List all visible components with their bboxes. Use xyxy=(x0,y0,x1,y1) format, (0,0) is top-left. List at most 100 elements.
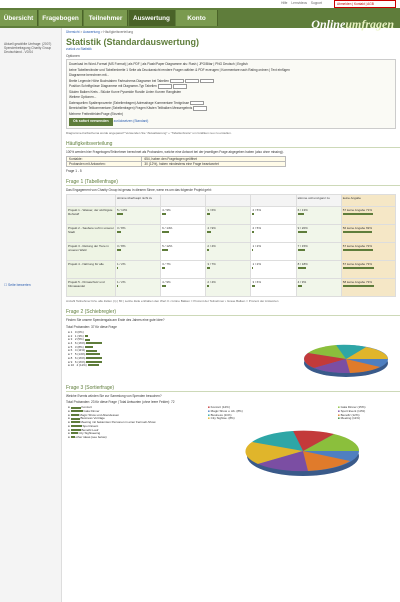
matrix-header-cell xyxy=(160,194,207,208)
matrix-header-cell xyxy=(250,194,297,208)
rate-page-link[interactable]: ☐ Seite bewerten xyxy=(4,283,31,287)
row-label: Projekt 4 - Nahrung für alle xyxy=(65,260,117,280)
back-link[interactable]: zurück zu Statistik xyxy=(66,47,400,51)
matrix-header-cell xyxy=(65,194,117,208)
matrix-header-cell: keine Angabe xyxy=(340,194,397,208)
q1-text: Das Engagement von Charity Group ist gen… xyxy=(66,188,212,193)
intro-text: 100% werden hier Fragebogen/Teilnehmer b… xyxy=(66,149,284,154)
matrix-cell: 4 / 9% xyxy=(160,206,207,226)
main-content: Übersicht > Auswertung > Häufigkeitsvert… xyxy=(64,28,400,602)
table-row: Probanden mit Antworten: 30 (12%), haben … xyxy=(65,161,286,168)
matrix-cell: 3 / 6% xyxy=(250,278,297,298)
matrix-cell: 8 / 18% xyxy=(295,260,342,280)
frequency-heading: Häufigkeitsverteilung xyxy=(66,141,400,148)
help-link[interactable]: Hilfe xyxy=(281,1,287,5)
table-row: Projekt 4 - Nahrung für alle 1 / 2% 3 / … xyxy=(65,260,397,280)
matrix-cell: 4 / 9% xyxy=(295,278,342,298)
table-row: Projekt 1 - Wasser, der wichtigste Rohst… xyxy=(65,206,397,226)
table-row: Projekt 5 - Klimaschutz und Klimawandel … xyxy=(65,278,397,298)
matrix-cell: 1 / 2% xyxy=(250,242,297,262)
no-answer-cell: 57 keine Angabe 73% xyxy=(340,260,397,280)
matrix-cell: 1 / 2% xyxy=(115,260,162,280)
no-answer-cell: 57 keine Angabe 71% xyxy=(340,206,397,226)
top-bar: Hilfe Lernvideos Support Abmelden | Kont… xyxy=(0,0,400,8)
q3-legend-left: ■ Konzert (12%) ■ Magic Show u. Ab. (8%)… xyxy=(208,405,268,421)
table-row: Projekt 3 - Rettung der Tiere in unseren… xyxy=(65,242,397,262)
q2-text: Finden Sie unsere Spendengala am Ende de… xyxy=(66,318,165,323)
page-title: Statistik (Standardauswertung) xyxy=(66,37,200,47)
row-label: Projekt 1 - Wasser, der wichtigste Rohst… xyxy=(65,206,117,226)
list-item: ● other ideas (see below) xyxy=(68,434,107,439)
matrix-cell: 3 / 6% xyxy=(205,206,252,226)
matrix-cell: 6 / 13% xyxy=(295,206,342,226)
row-label: Projekt 5 - Klimaschutz und Klimawandel xyxy=(65,278,117,298)
freetext-options[interactable]: Mehrere Freitextfelder/Frage (Einzeln) xyxy=(69,112,393,118)
q1-matrix: stimme überhaupt nicht zu stimme voll un… xyxy=(65,194,397,298)
reset-link[interactable]: zurücksetzen (Standard) xyxy=(114,119,149,123)
matrix-cell: 2 / 4% xyxy=(205,242,252,262)
matrix-cell: 5 / 13% xyxy=(115,206,162,226)
tab-overview[interactable]: Übersicht xyxy=(0,10,38,26)
tab-questionnaire[interactable]: Fragebogen xyxy=(39,10,83,26)
matrix-cell: 4 / 9% xyxy=(160,278,207,298)
matrix-cell: 9 / 20% xyxy=(295,224,342,244)
crumb-evaluation[interactable]: Auswertung xyxy=(83,30,100,34)
support-link[interactable]: Support xyxy=(311,1,322,5)
matrix-cell: 6 / 14% xyxy=(160,224,207,244)
crumb-overview[interactable]: Übersicht xyxy=(66,30,79,34)
matrix-cell: 2 / 5% xyxy=(250,206,297,226)
q2-pie-chart xyxy=(304,344,388,377)
tab-evaluation[interactable]: Auswertung xyxy=(129,10,175,26)
q3-results: ● Konzert ● Gala Dinner ● Magic Show und… xyxy=(68,405,400,486)
matrix-cell: 1 / 2% xyxy=(115,278,162,298)
legend-item: ■ City Sightse. (8%) xyxy=(208,416,235,421)
matrix-cell: 7 / 15% xyxy=(295,242,342,262)
matrix-header-cell: stimme voll und ganz zu xyxy=(295,194,342,208)
q3-ranking-list: ● Konzert ● Gala Dinner ● Magic Show und… xyxy=(68,405,178,439)
q3-legend-right: ■ Gala Dinner (15%) ■ Sport Event (13%) … xyxy=(338,405,398,421)
sidebar: Aktuell gewählte Umfrage: (2007) Spender… xyxy=(0,28,62,602)
summary-table: Kontakte: 654, haben den Fragebogen geöff… xyxy=(65,156,286,168)
q1-heading: Frage 1 (Tabellenfrage) xyxy=(66,179,400,187)
no-answer-cell: 58 keine Angabe 73% xyxy=(340,278,397,298)
legend-item: ■ Meeting (11%) xyxy=(338,416,360,421)
matrix-cell: 2 / 5% xyxy=(250,224,297,244)
videos-link[interactable]: Lernvideos xyxy=(291,1,307,5)
options-label: Optionen xyxy=(66,54,80,58)
tab-participants[interactable]: Teilnehmer xyxy=(84,10,128,26)
q2-total: Total Probanden: 37 für diese Frage xyxy=(66,324,117,329)
matrix-cell: 3 / 8% xyxy=(115,242,162,262)
matrix-cell: 2 / 4% xyxy=(205,278,252,298)
q1-footer: Anzahl Teilnehmer bzw. alle Zellen (n) |… xyxy=(66,299,279,304)
tab-account[interactable]: Konto xyxy=(176,10,218,26)
top-links: Hilfe Lernvideos Support xyxy=(278,1,322,5)
matrix-cell: 3 / 7% xyxy=(160,260,207,280)
q3-text: Welche Events würden Sie zur Sammlung vo… xyxy=(66,393,162,398)
matrix-cell: 5 / 12% xyxy=(160,242,207,262)
matrix-cell: 4 / 9% xyxy=(205,224,252,244)
matrix-header-cell xyxy=(205,194,252,208)
crumb-current: Häufigkeitsverteilung xyxy=(103,30,134,34)
options-note: Diagramme-Farbschema wurde angepasst? Ve… xyxy=(66,130,232,135)
no-answer-cell: 56 keine Angabe 69% xyxy=(340,224,397,244)
q3-heading: Frage 3 (Sortierfrage) xyxy=(66,385,400,392)
matrix-cell: 1 / 2% xyxy=(250,260,297,280)
apply-button[interactable]: Ok sofort verwenden xyxy=(69,118,113,126)
table-row: Projekt 2 - Saubere Luft in unserer Stad… xyxy=(65,224,397,244)
matrix-header: stimme überhaupt nicht zu stimme voll un… xyxy=(65,194,397,208)
row-label: Projekt 3 - Rettung der Tiere in unseren… xyxy=(65,242,117,262)
summary-value: 30 (12%), haben mindestens eine Frage be… xyxy=(141,161,286,168)
login-box[interactable]: Abmelden | Kontakt | AGB xyxy=(334,0,396,8)
matrix-cell: 3 / 8% xyxy=(115,224,162,244)
summary-label: Probanden mit Antworten: xyxy=(65,161,143,168)
matrix-cell: 3 / 7% xyxy=(205,260,252,280)
main-nav: Übersicht Fragebogen Teilnehmer Auswertu… xyxy=(0,8,400,31)
q2-heading: Frage 2 (Schiebregler) xyxy=(66,309,400,317)
breadcrumb: Übersicht > Auswertung > Häufigkeitsvert… xyxy=(66,30,134,34)
question-range: Frage 1 - 5 xyxy=(66,169,82,174)
matrix-header-cell: stimme überhaupt nicht zu xyxy=(115,194,162,208)
options-panel: Download im Word-Format (MS Format) | al… xyxy=(66,59,396,129)
row-label: Projekt 2 - Saubere Luft in unserer Stad… xyxy=(65,224,117,244)
q2-results: ● 1 0 (0%) ● 2 1 (3%) ● 3 2 (5%) ● 4 6 (… xyxy=(68,330,400,377)
q3-pie-chart xyxy=(245,430,360,477)
